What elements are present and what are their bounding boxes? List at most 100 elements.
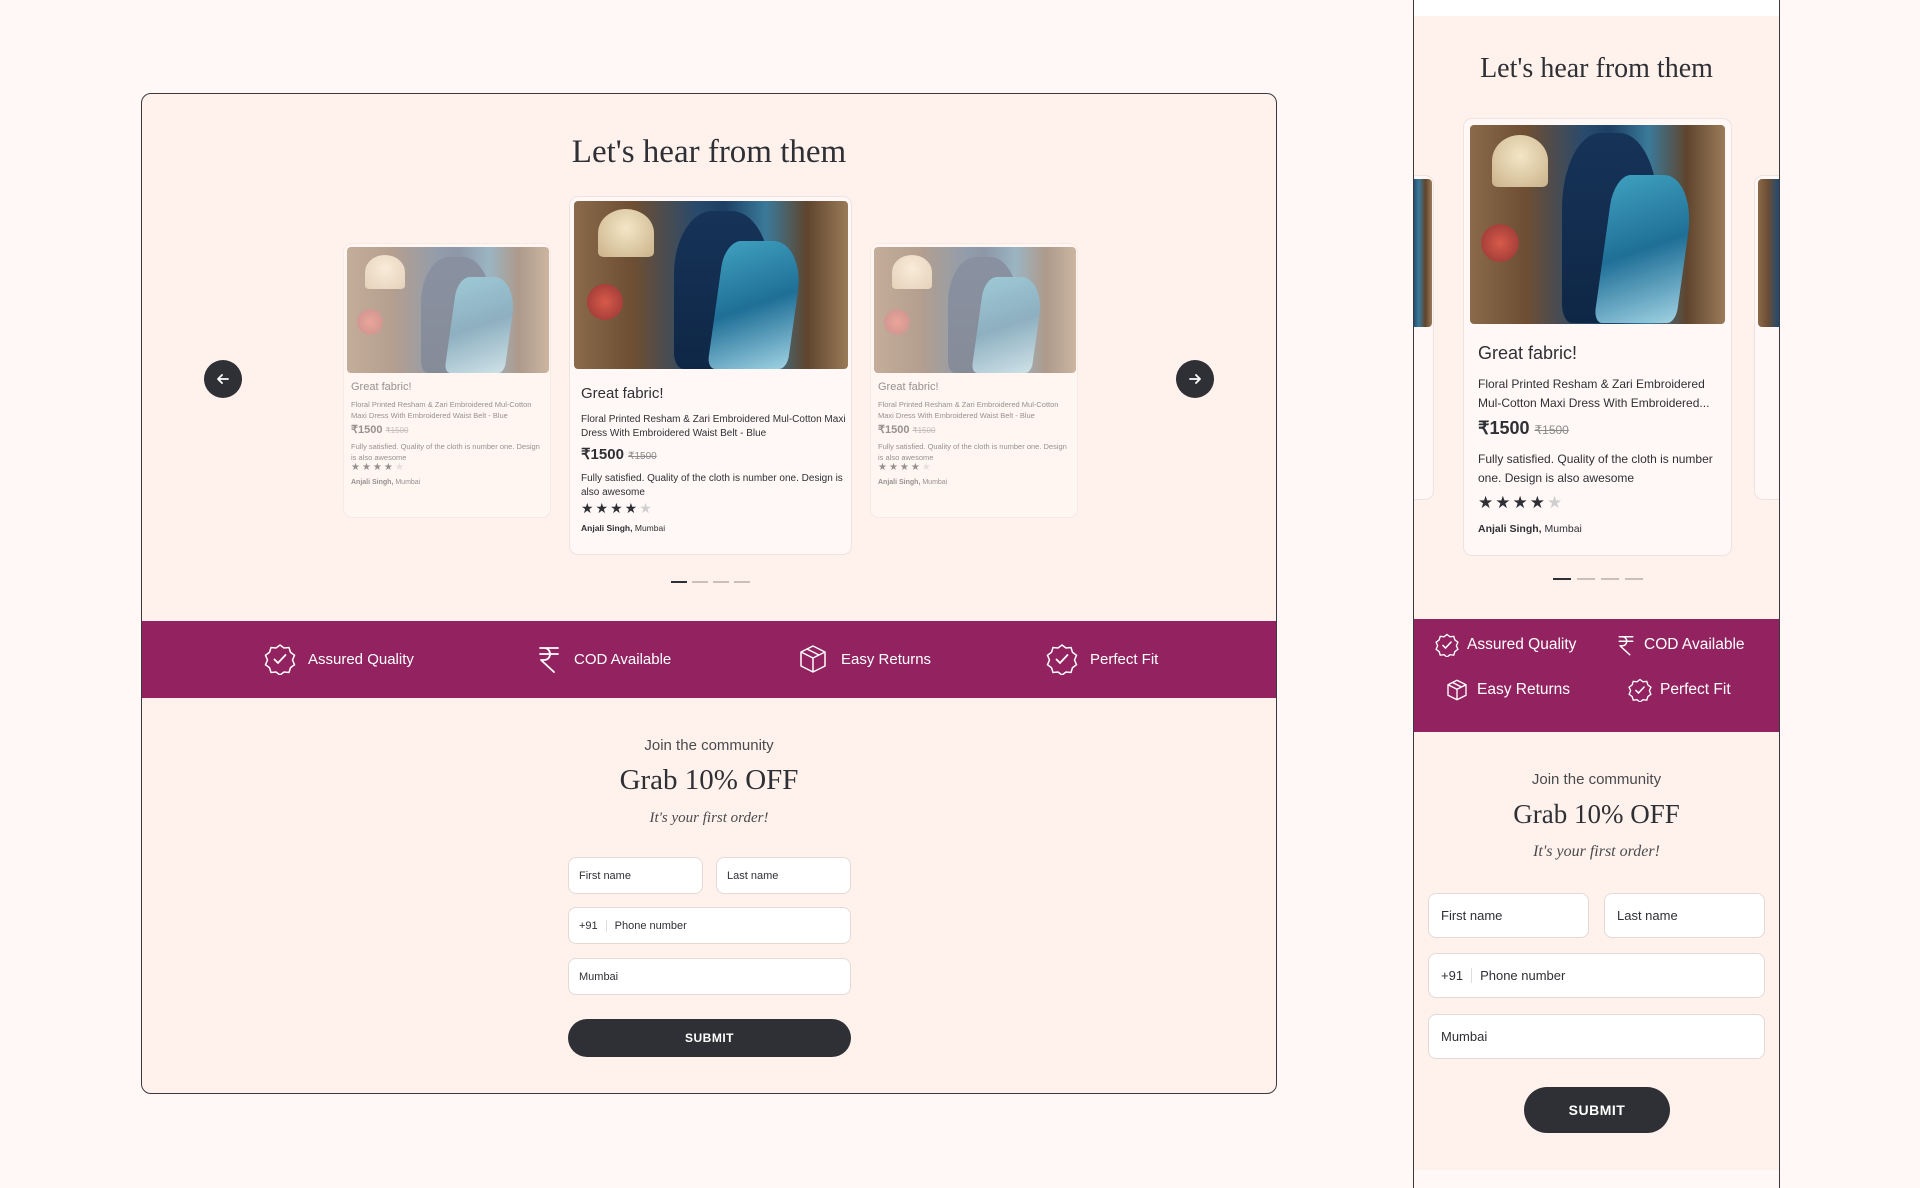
review-text: Fully satisfied. Quality of the cloth is…: [1478, 452, 1713, 486]
feature-cod: COD Available: [1616, 633, 1745, 657]
price: ₹1500 ₹1500: [351, 424, 409, 436]
badge-check-icon: [264, 643, 296, 675]
first-name-input[interactable]: First name: [1428, 893, 1589, 938]
rupee-icon: [536, 643, 562, 675]
review-author: Anjali Singh, Mumbai: [351, 479, 421, 486]
community-headline: Grab 10% OFF: [619, 764, 799, 796]
community-kicker: Join the community: [1531, 771, 1662, 788]
carousel-dot[interactable]: [713, 581, 729, 583]
badge-check-icon: [1435, 633, 1459, 657]
review-title: Great fabric!: [581, 385, 664, 402]
badge-check-icon: [1628, 678, 1652, 702]
review-card-left[interactable]: Great fabric! Floral Printed Resham & Za…: [343, 243, 551, 518]
carousel-dots: [671, 581, 750, 583]
star-rating: ★★★★★: [581, 500, 654, 516]
old-price: ₹1500: [385, 426, 409, 435]
last-name-input[interactable]: Last name: [716, 857, 851, 894]
city-input[interactable]: Mumbai: [568, 958, 851, 995]
price: ₹1500 ₹1500: [1478, 418, 1569, 438]
carousel-prev-button[interactable]: [204, 360, 242, 398]
product-name: Floral Printed Resham & Zari Embroidered…: [1478, 377, 1710, 411]
rupee-icon: [1616, 633, 1636, 657]
badge-check-icon: [1046, 643, 1078, 675]
price: ₹1500 ₹1500: [581, 446, 657, 463]
features-band: Assured Quality COD Available Easy Retur…: [142, 621, 1276, 698]
feature-label: Assured Quality: [1467, 636, 1577, 653]
review-title: Great fabric!: [1478, 343, 1578, 363]
carousel-dot[interactable]: [734, 581, 750, 583]
arrow-right-icon: [1189, 374, 1201, 384]
arrow-left-icon: [217, 374, 229, 384]
country-code: +91: [1441, 968, 1473, 983]
review-author: Anjali Singh, Mumbai: [1478, 523, 1582, 535]
desktop-frame: Let's hear from them Great fabric! Flora…: [141, 93, 1277, 1094]
carousel-dot[interactable]: [1625, 578, 1643, 580]
box-icon: [797, 643, 829, 675]
feature-easy-returns: Easy Returns: [797, 643, 931, 675]
submit-button[interactable]: SUBMIT: [1524, 1087, 1670, 1133]
review-card-active[interactable]: Great fabric! Floral Printed Resham & Za…: [1463, 118, 1732, 556]
community-headline: Grab 10% OFF: [1513, 799, 1680, 829]
features-band: Assured Quality COD Available Easy Retur…: [1414, 619, 1779, 732]
review-text: Fully satisfied. Quality of the cloth is…: [878, 442, 1067, 462]
feature-label: Easy Returns: [841, 650, 932, 668]
feature-label: COD Available: [574, 650, 672, 668]
review-author: Anjali Singh, Mumbai: [581, 523, 666, 533]
section-title: Let's hear from them: [1480, 53, 1713, 84]
carousel-dots: [1553, 578, 1643, 580]
product-image: [347, 247, 549, 373]
community-kicker: Join the community: [644, 737, 774, 754]
product-name: Floral Printed Resham & Zari Embroidered…: [351, 400, 532, 420]
review-text: Fully satisfied. Quality of the cloth is…: [581, 473, 843, 498]
star-rating: ★★★★★: [878, 462, 933, 473]
feature-assured-quality: Assured Quality: [264, 643, 414, 675]
review-card-prev-peek[interactable]: [1414, 175, 1434, 500]
carousel-dot[interactable]: [1601, 578, 1619, 580]
section-title: Let's hear from them: [571, 134, 847, 170]
community-subtitle: It's your first order!: [1533, 843, 1660, 860]
review-card-right[interactable]: Great fabric! Floral Printed Resham & Za…: [870, 243, 1078, 518]
feature-perfect-fit: Perfect Fit: [1628, 678, 1731, 702]
review-title: Great fabric!: [878, 381, 939, 393]
review-author: Anjali Singh, Mumbai: [878, 479, 948, 486]
first-name-input[interactable]: First name: [568, 857, 703, 894]
star-rating: ★★★★★: [351, 462, 406, 473]
box-icon: [1445, 678, 1469, 702]
feature-label: Easy Returns: [1477, 681, 1571, 698]
feature-assured-quality: Assured Quality: [1435, 633, 1576, 657]
carousel-dot[interactable]: [1577, 578, 1595, 580]
product-image: [874, 247, 1076, 373]
review-card-next-peek[interactable]: [1754, 175, 1779, 500]
country-code: +91: [579, 919, 607, 932]
feature-easy-returns: Easy Returns: [1445, 678, 1570, 702]
carousel-dot[interactable]: [1553, 578, 1571, 580]
phone-input[interactable]: +91 Phone number: [1428, 953, 1765, 998]
star-rating: ★★★★★: [1478, 493, 1565, 512]
feature-label: Perfect Fit: [1090, 650, 1159, 668]
community-subtitle: It's your first order!: [649, 810, 769, 826]
carousel-dot[interactable]: [671, 581, 687, 583]
old-price: ₹1500: [912, 426, 936, 435]
review-card-active[interactable]: Great fabric! Floral Printed Resham & Za…: [569, 196, 852, 555]
last-name-input[interactable]: Last name: [1604, 893, 1765, 938]
carousel-dot[interactable]: [692, 581, 708, 583]
feature-cod: COD Available: [536, 643, 671, 675]
feature-label: COD Available: [1644, 636, 1745, 653]
old-price: ₹1500: [628, 451, 657, 462]
product-image: [574, 201, 848, 369]
old-price: ₹1500: [1534, 423, 1569, 437]
phone-input[interactable]: +91 Phone number: [568, 907, 851, 944]
feature-perfect-fit: Perfect Fit: [1046, 643, 1158, 675]
feature-label: Assured Quality: [308, 650, 414, 668]
carousel-next-button[interactable]: [1176, 360, 1214, 398]
price: ₹1500 ₹1500: [878, 424, 936, 436]
product-name: Floral Printed Resham & Zari Embroidered…: [878, 400, 1059, 420]
feature-label: Perfect Fit: [1660, 681, 1731, 698]
product-image: [1470, 125, 1725, 324]
review-title: Great fabric!: [351, 381, 412, 393]
mobile-frame: Let's hear from them Great fabric! Flora…: [1413, 0, 1780, 1188]
city-input[interactable]: Mumbai: [1428, 1014, 1765, 1059]
submit-button[interactable]: SUBMIT: [568, 1019, 851, 1057]
review-text: Fully satisfied. Quality of the cloth is…: [351, 442, 540, 462]
product-name: Floral Printed Resham & Zari Embroidered…: [581, 414, 846, 439]
